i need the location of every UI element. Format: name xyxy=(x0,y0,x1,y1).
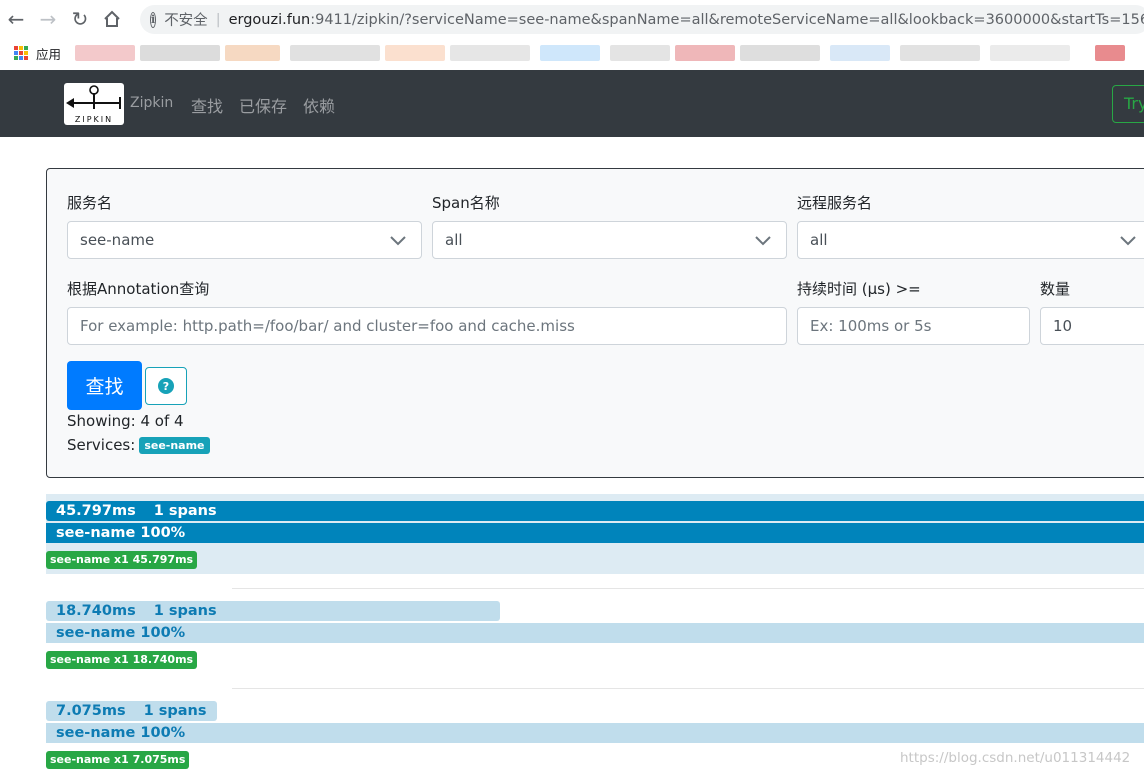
remote-service-value: all xyxy=(810,231,828,249)
trace-duration-text: 45.797ms 1 spans xyxy=(56,501,217,521)
limit-input[interactable]: 10 xyxy=(1040,307,1144,345)
trace-service-badge[interactable]: see-name x1 7.075ms xyxy=(46,751,190,769)
trace-service-badge[interactable]: see-name x1 45.797ms xyxy=(46,551,198,569)
limit-label: 数量 xyxy=(1040,280,1071,298)
brand-name[interactable]: Zipkin xyxy=(130,95,173,111)
blurred-bookmark[interactable] xyxy=(675,45,735,61)
help-button[interactable]: ? xyxy=(145,367,187,405)
chevron-down-icon xyxy=(390,236,406,246)
service-name-select[interactable]: see-name xyxy=(67,221,422,259)
trace-span-count: 1 spans xyxy=(153,503,217,519)
span-name-select[interactable]: all xyxy=(432,221,787,259)
zipkin-navbar: ZIPKIN Zipkin 查找 已保存 依赖 Try xyxy=(0,70,1144,137)
nav-link-dependencies[interactable]: 依赖 xyxy=(303,93,335,117)
remote-service-select[interactable]: all xyxy=(797,221,1144,259)
trace-span-count: 1 spans xyxy=(143,703,207,719)
search-button[interactable]: 查找 xyxy=(67,361,142,410)
blurred-bookmark[interactable] xyxy=(540,45,600,61)
service-badge[interactable]: see-name xyxy=(139,436,210,454)
nav-link-saved[interactable]: 已保存 xyxy=(239,93,287,117)
url-separator: | xyxy=(215,11,221,28)
zipkin-logo[interactable]: ZIPKIN xyxy=(64,83,124,125)
apps-label: 应用 xyxy=(36,46,62,62)
chevron-down-icon xyxy=(755,236,771,246)
blurred-bookmark[interactable] xyxy=(740,45,820,61)
try-button[interactable]: Try xyxy=(1112,85,1144,123)
services-label: Services: xyxy=(67,436,136,454)
forward-icon[interactable]: → xyxy=(32,0,64,38)
span-name-label: Span名称 xyxy=(432,194,500,212)
url-host: ergouzi.fun xyxy=(228,11,311,28)
trace-service-badge[interactable]: see-name x1 18.740ms xyxy=(46,651,198,669)
nav-link-find[interactable]: 查找 xyxy=(191,93,223,117)
remote-service-label: 远程服务名 xyxy=(797,194,873,212)
question-icon: ? xyxy=(158,378,174,394)
service-name-value: see-name xyxy=(80,231,155,249)
blurred-bookmark[interactable] xyxy=(290,45,380,61)
home-icon[interactable] xyxy=(96,0,128,38)
trace-divider xyxy=(232,588,1144,589)
blurred-bookmark[interactable] xyxy=(75,45,135,61)
service-name-label: 服务名 xyxy=(67,194,113,212)
trace-duration: 7.075ms xyxy=(56,703,126,719)
duration-input[interactable]: Ex: 100ms or 5s xyxy=(797,307,1030,345)
duration-label: 持续时间 (μs) >= xyxy=(797,280,921,298)
chevron-down-icon xyxy=(1120,236,1136,246)
services-summary: Services: see-name xyxy=(67,436,210,454)
trace-result-1[interactable]: 45.797ms 1 spans see-name 100% see-name … xyxy=(46,494,1144,574)
blurred-bookmark[interactable] xyxy=(900,45,980,61)
watermark: https://blog.csdn.net/u011314442 xyxy=(900,750,1131,766)
blurred-bookmark[interactable] xyxy=(385,45,445,61)
browser-toolbar: ← → ↻ i 不安全 | ergouzi.fun:9411/zipkin/?s… xyxy=(0,0,1144,38)
search-form: 服务名 see-name Span名称 all 远程服务名 all 根据Anno… xyxy=(46,168,1144,478)
showing-count: Showing: 4 of 4 xyxy=(67,412,184,430)
reload-icon[interactable]: ↻ xyxy=(64,0,96,38)
blurred-bookmark[interactable] xyxy=(1095,45,1125,61)
blurred-bookmark[interactable] xyxy=(990,45,1070,61)
address-bar[interactable]: i 不安全 | ergouzi.fun:9411/zipkin/?service… xyxy=(140,5,1144,34)
trace-duration: 18.740ms xyxy=(56,603,136,619)
trace-divider xyxy=(232,688,1144,689)
insecure-label: 不安全 xyxy=(164,13,208,29)
blurred-bookmark[interactable] xyxy=(830,45,890,61)
trace-duration-text: 18.740ms 1 spans xyxy=(56,601,217,621)
url-path: :9411/zipkin/?serviceName=see-name&spanN… xyxy=(310,11,1144,28)
trace-duration: 45.797ms xyxy=(56,503,136,519)
logo-text: ZIPKIN xyxy=(74,115,114,124)
trace-duration-text: 7.075ms 1 spans xyxy=(56,701,207,721)
trace-service-percentage: see-name 100% xyxy=(46,723,1144,743)
blurred-bookmark[interactable] xyxy=(450,45,530,61)
annotation-query-input[interactable]: For example: http.path=/foo/bar/ and clu… xyxy=(67,307,787,345)
annotation-query-label: 根据Annotation查询 xyxy=(67,280,210,298)
trace-service-percentage: see-name 100% xyxy=(46,523,1144,543)
back-icon[interactable]: ← xyxy=(0,0,32,38)
trace-span-count: 1 spans xyxy=(153,603,217,619)
trace-result-2[interactable]: 18.740ms 1 spans see-name 100% see-name … xyxy=(46,594,1144,674)
span-name-value: all xyxy=(445,231,463,249)
trace-service-percentage: see-name 100% xyxy=(46,623,1144,643)
blurred-bookmark[interactable] xyxy=(140,45,220,61)
apps-shortcut[interactable]: 应用 xyxy=(14,44,61,63)
info-icon[interactable]: i xyxy=(150,11,157,28)
blurred-bookmark[interactable] xyxy=(225,45,280,61)
apps-icon xyxy=(14,46,28,60)
blurred-bookmark[interactable] xyxy=(610,45,670,61)
zipkin-logo-icon xyxy=(66,85,121,109)
